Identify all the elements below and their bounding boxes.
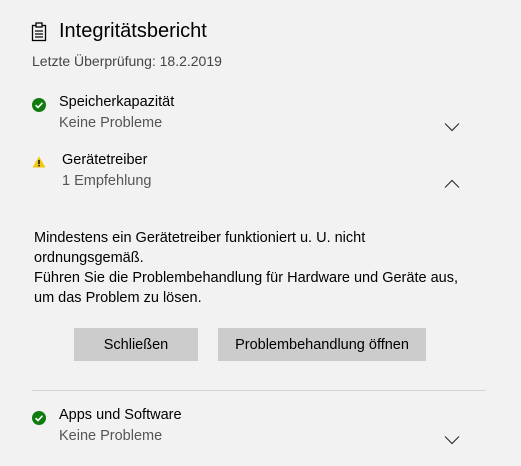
chevron-down-icon[interactable]: [444, 432, 460, 445]
close-button[interactable]: Schließen: [74, 328, 198, 361]
apps-software-item[interactable]: Apps und Software Keine Probleme: [32, 407, 472, 451]
open-troubleshooter-button[interactable]: Problembehandlung öffnen: [218, 328, 426, 361]
item-title: Gerätetreiber: [62, 152, 148, 168]
item-title: Speicherkapazität: [59, 94, 175, 110]
divider: [32, 390, 486, 391]
header: Integritätsbericht: [31, 20, 207, 43]
page-title: Integritätsbericht: [59, 20, 207, 42]
warning-icon: [32, 155, 46, 169]
device-drivers-item[interactable]: Gerätetreiber 1 Empfehlung: [32, 152, 472, 196]
last-check-text: Letzte Überprüfung: 18.2.2019: [32, 53, 222, 69]
driver-detail-text: Mindestens ein Gerätetreiber funktionier…: [34, 228, 474, 308]
health-report-page: Integritätsbericht Letzte Überprüfung: 1…: [0, 0, 521, 466]
storage-capacity-item[interactable]: Speicherkapazität Keine Probleme: [32, 94, 472, 138]
item-status: Keine Probleme: [59, 115, 163, 131]
item-title: Apps und Software: [59, 407, 182, 423]
check-circle-icon: [32, 98, 46, 112]
clipboard-icon: [31, 21, 47, 42]
check-circle-icon: [32, 411, 46, 425]
chevron-down-icon[interactable]: [444, 119, 460, 132]
detail-line-2: Führen Sie die Problembehandlung für Har…: [34, 270, 458, 306]
detail-line-1: Mindestens ein Gerätetreiber funktionier…: [34, 230, 366, 266]
chevron-up-icon[interactable]: [444, 176, 460, 188]
item-status: 1 Empfehlung: [62, 173, 152, 189]
item-status: Keine Probleme: [59, 428, 163, 444]
